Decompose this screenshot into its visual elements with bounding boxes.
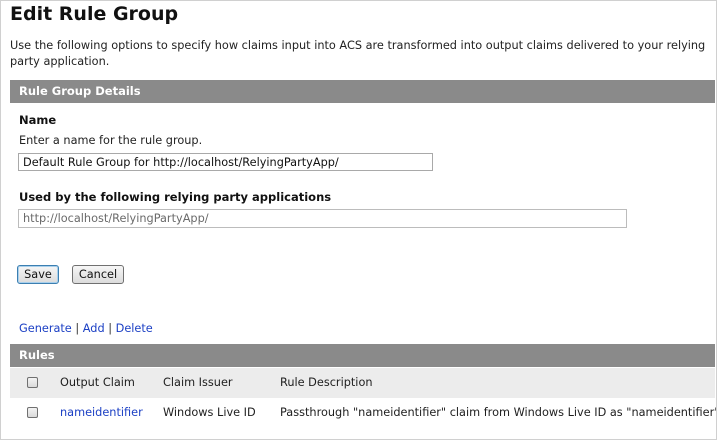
page-title: Edit Rule Group	[10, 3, 179, 25]
delete-link[interactable]: Delete	[116, 322, 153, 335]
name-label: Name	[19, 113, 57, 127]
column-header-output-claim[interactable]: Output Claim	[60, 368, 135, 398]
claim-issuer-cell: Windows Live ID	[163, 406, 256, 419]
column-header-rule-description[interactable]: Rule Description	[280, 368, 373, 398]
rule-actions: Generate | Add | Delete	[19, 322, 153, 335]
generate-link[interactable]: Generate	[19, 322, 72, 335]
save-button[interactable]: Save	[17, 265, 59, 284]
name-input[interactable]	[18, 153, 433, 171]
add-link[interactable]: Add	[83, 322, 105, 335]
row-checkbox[interactable]	[27, 407, 38, 418]
used-by-label: Used by the following relying party appl…	[19, 190, 332, 204]
rules-table-header: Output Claim Claim Issuer Rule Descripti…	[10, 368, 715, 398]
rule-description-cell: Passthrough "nameidentifier" claim from …	[280, 406, 717, 419]
output-claim-cell: nameidentifier	[60, 398, 143, 428]
column-header-claim-issuer[interactable]: Claim Issuer	[163, 368, 233, 398]
page-intro: Use the following options to specify how…	[10, 39, 706, 68]
table-row: nameidentifier Windows Live ID Passthrou…	[10, 398, 717, 428]
select-all-checkbox[interactable]	[27, 377, 38, 388]
name-hint: Enter a name for the rule group.	[19, 134, 203, 147]
rule-group-details-header: Rule Group Details	[10, 80, 715, 103]
output-claim-link[interactable]: nameidentifier	[60, 406, 143, 419]
relying-party-apps-field[interactable]	[18, 209, 627, 228]
page-frame: Edit Rule Group Use the following option…	[0, 0, 717, 440]
cancel-button[interactable]: Cancel	[72, 265, 124, 284]
link-separator: |	[75, 322, 80, 335]
rules-header: Rules	[10, 344, 715, 367]
link-separator: |	[108, 322, 113, 335]
